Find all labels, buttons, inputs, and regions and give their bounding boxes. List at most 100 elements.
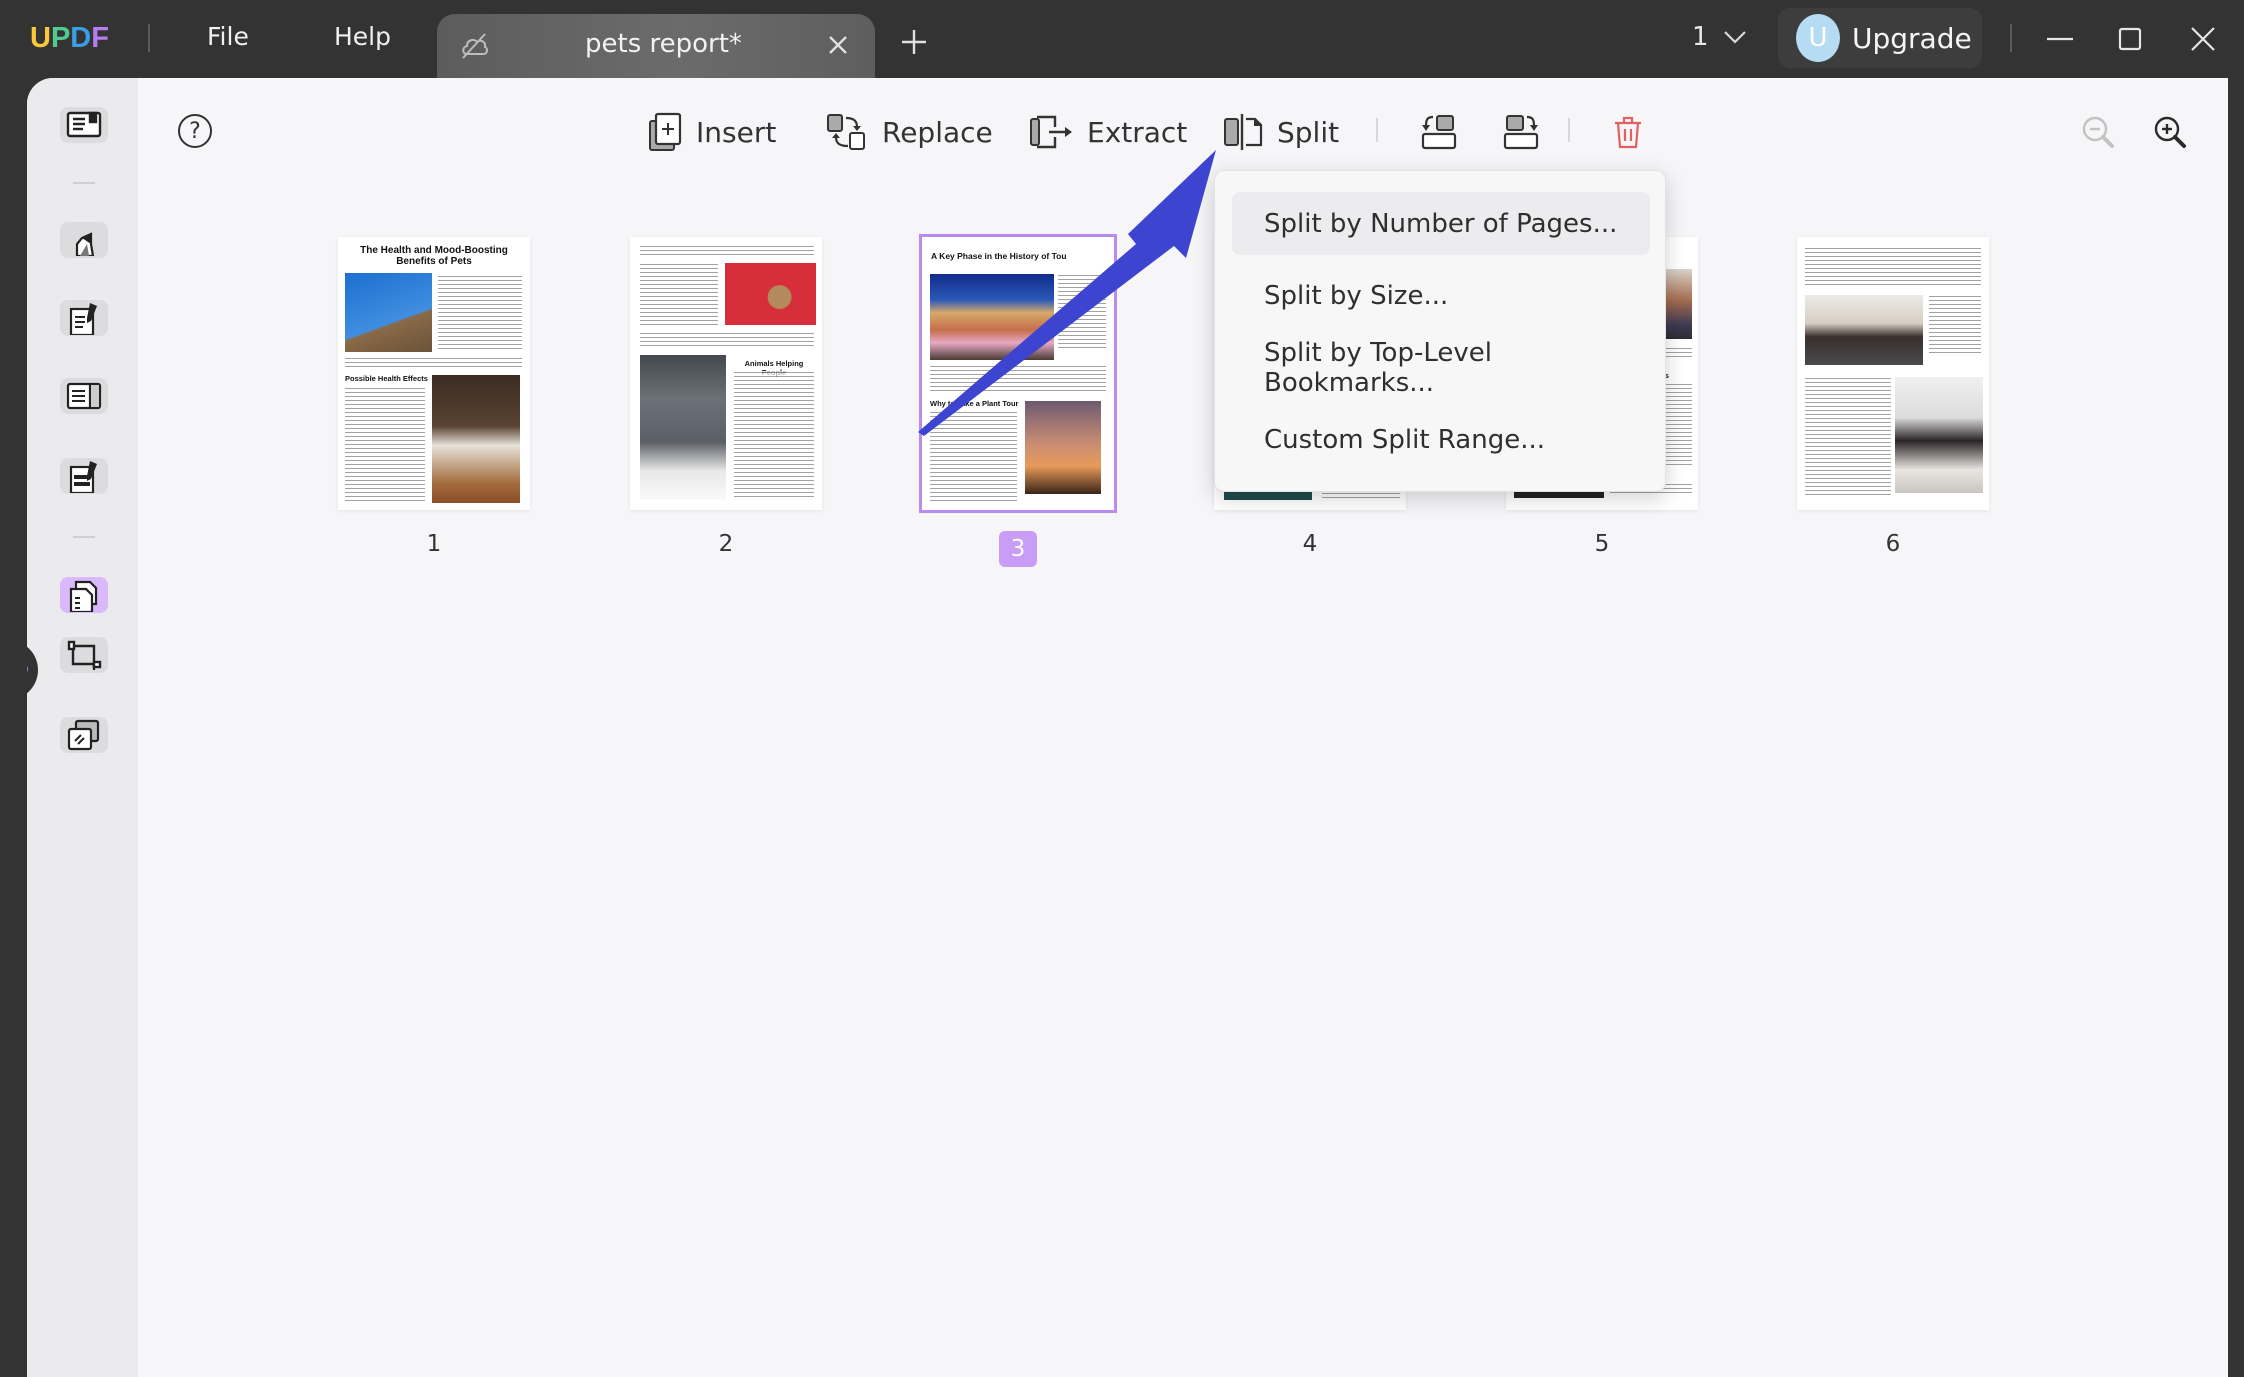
minimize-icon[interactable] xyxy=(2043,22,2077,56)
logo-letter-p: P xyxy=(50,22,71,54)
book-icon xyxy=(66,111,102,138)
split-page-icon xyxy=(1224,114,1263,150)
page-thumbnail-1[interactable]: The Health and Mood-Boosting Benefits of… xyxy=(338,237,530,510)
logo-letter-f: F xyxy=(91,22,109,54)
split-button[interactable]: Split xyxy=(1223,110,1339,154)
cat-photo xyxy=(345,273,432,352)
page-text-block xyxy=(930,411,1017,503)
document-tab[interactable]: pets report* xyxy=(437,14,875,78)
page-text-block xyxy=(1805,247,1981,285)
avatar: U xyxy=(1796,14,1840,62)
cat-photo xyxy=(640,355,726,500)
sidebar-crop[interactable] xyxy=(60,637,108,673)
page-number-3: 3 xyxy=(922,531,1114,567)
split-by-size[interactable]: Split by Size... xyxy=(1232,264,1650,327)
edit-document-icon xyxy=(69,303,97,335)
divider xyxy=(2010,24,2012,52)
page-text-block xyxy=(345,387,425,503)
trash-icon xyxy=(1615,116,1641,149)
page-number-6: 6 xyxy=(1885,531,1901,557)
page-thumbnail-6[interactable] xyxy=(1797,237,1989,510)
menu-help[interactable]: Help xyxy=(334,22,391,51)
logo-letter-u: U xyxy=(30,22,51,54)
form-icon xyxy=(66,382,102,410)
woman-laptop-photo xyxy=(1805,295,1923,365)
toolbar-separator xyxy=(1376,118,1378,142)
woman-writing-photo xyxy=(1895,377,1983,493)
close-window-icon[interactable] xyxy=(2186,22,2220,56)
upgrade-label: Upgrade xyxy=(1852,21,1972,55)
new-tab-icon[interactable] xyxy=(900,28,928,56)
selected-page-badge: 3 xyxy=(999,531,1037,567)
page-heading: Why to Take a Plant Tour xyxy=(930,399,1019,408)
extract-page-icon xyxy=(1030,115,1072,149)
replace-page-icon xyxy=(827,114,865,150)
rotate-right-icon xyxy=(1503,115,1539,150)
insert-button[interactable]: Insert xyxy=(648,110,776,154)
replace-button[interactable]: Replace xyxy=(826,110,993,154)
sidebar-edit[interactable] xyxy=(60,300,108,336)
page-number-5: 5 xyxy=(1594,531,1610,557)
upgrade-button[interactable]: U Upgrade xyxy=(1778,8,1982,68)
rotate-right-button[interactable] xyxy=(1501,112,1541,152)
page-title-text: The Health and Mood-Boosting Benefits of… xyxy=(360,245,508,267)
logo-letter-d: D xyxy=(70,22,92,54)
highlighter-icon xyxy=(75,232,95,256)
sidebar-separator xyxy=(73,182,95,184)
left-sidebar xyxy=(27,78,138,1377)
replace-label: Replace xyxy=(882,115,993,149)
zoom-out-button[interactable] xyxy=(2078,112,2118,152)
page-text-block xyxy=(640,332,814,346)
page-title-text: A Key Phase in the History of Tou xyxy=(931,251,1067,261)
title-bar: UPDF File Help pets report* 1 U Upgrade xyxy=(0,0,2244,78)
maximize-icon[interactable] xyxy=(2113,22,2147,56)
sidebar-watermark[interactable] xyxy=(60,717,108,753)
page-text-block xyxy=(1929,295,1981,355)
rotate-left-button[interactable] xyxy=(1419,112,1459,152)
insert-page-icon xyxy=(649,112,682,151)
zoom-in-button[interactable] xyxy=(2150,112,2190,152)
zoom-in-icon xyxy=(2154,116,2186,148)
dog-cat-photo xyxy=(432,375,520,503)
delete-button[interactable] xyxy=(1608,112,1648,152)
chevron-down-icon xyxy=(1723,31,1746,44)
organize-pages-panel: ? Insert Replace Extract Split The Healt… xyxy=(138,78,2228,1377)
tab-title: pets report* xyxy=(585,29,742,59)
page-photo xyxy=(1224,492,1312,500)
sidebar-form[interactable] xyxy=(60,378,108,414)
page-text-block xyxy=(438,275,522,351)
page-text-block xyxy=(1322,492,1400,500)
page-number-1: 1 xyxy=(426,531,442,557)
page-text-block xyxy=(734,371,814,499)
page-number-2: 2 xyxy=(718,531,734,557)
window-body: ? Insert Replace Extract Split The Healt… xyxy=(27,78,2228,1377)
page-selector-value: 1 xyxy=(1692,22,1709,52)
page-photo xyxy=(1514,492,1604,498)
extract-button[interactable]: Extract xyxy=(1029,110,1187,154)
sidebar-separator xyxy=(73,536,95,538)
sidebar-redact[interactable] xyxy=(60,458,108,494)
updf-logo: UPDF xyxy=(30,22,109,55)
zoom-out-icon xyxy=(2082,116,2114,148)
insert-label: Insert xyxy=(696,115,777,149)
page-text-block xyxy=(640,245,814,255)
close-tab-icon[interactable] xyxy=(825,32,851,58)
custom-split-range[interactable]: Custom Split Range... xyxy=(1232,408,1650,471)
sidebar-organize-pages[interactable] xyxy=(60,577,108,613)
page-selector[interactable]: 1 xyxy=(1692,22,1747,52)
page-text-block xyxy=(640,263,718,325)
menu-file[interactable]: File xyxy=(207,22,249,51)
divider xyxy=(148,24,150,52)
split-dropdown-menu: Split by Number of Pages... Split by Siz… xyxy=(1214,170,1666,492)
page-thumbnail-3[interactable]: A Key Phase in the History of Tou Why to… xyxy=(919,234,1117,513)
crop-icon xyxy=(67,640,102,670)
split-by-top-level-bookmarks[interactable]: Split by Top-Level Bookmarks... xyxy=(1232,336,1650,399)
split-by-number-of-pages[interactable]: Split by Number of Pages... xyxy=(1232,192,1650,255)
page-thumbnail-2[interactable]: Animals Helping People xyxy=(630,237,822,510)
page-number-4: 4 xyxy=(1302,531,1318,557)
page-text-block xyxy=(1805,377,1891,497)
help-icon[interactable]: ? xyxy=(178,114,212,148)
sidebar-comment[interactable] xyxy=(60,222,108,258)
organize-pages-icon xyxy=(69,580,98,612)
sidebar-reader[interactable] xyxy=(60,107,108,143)
